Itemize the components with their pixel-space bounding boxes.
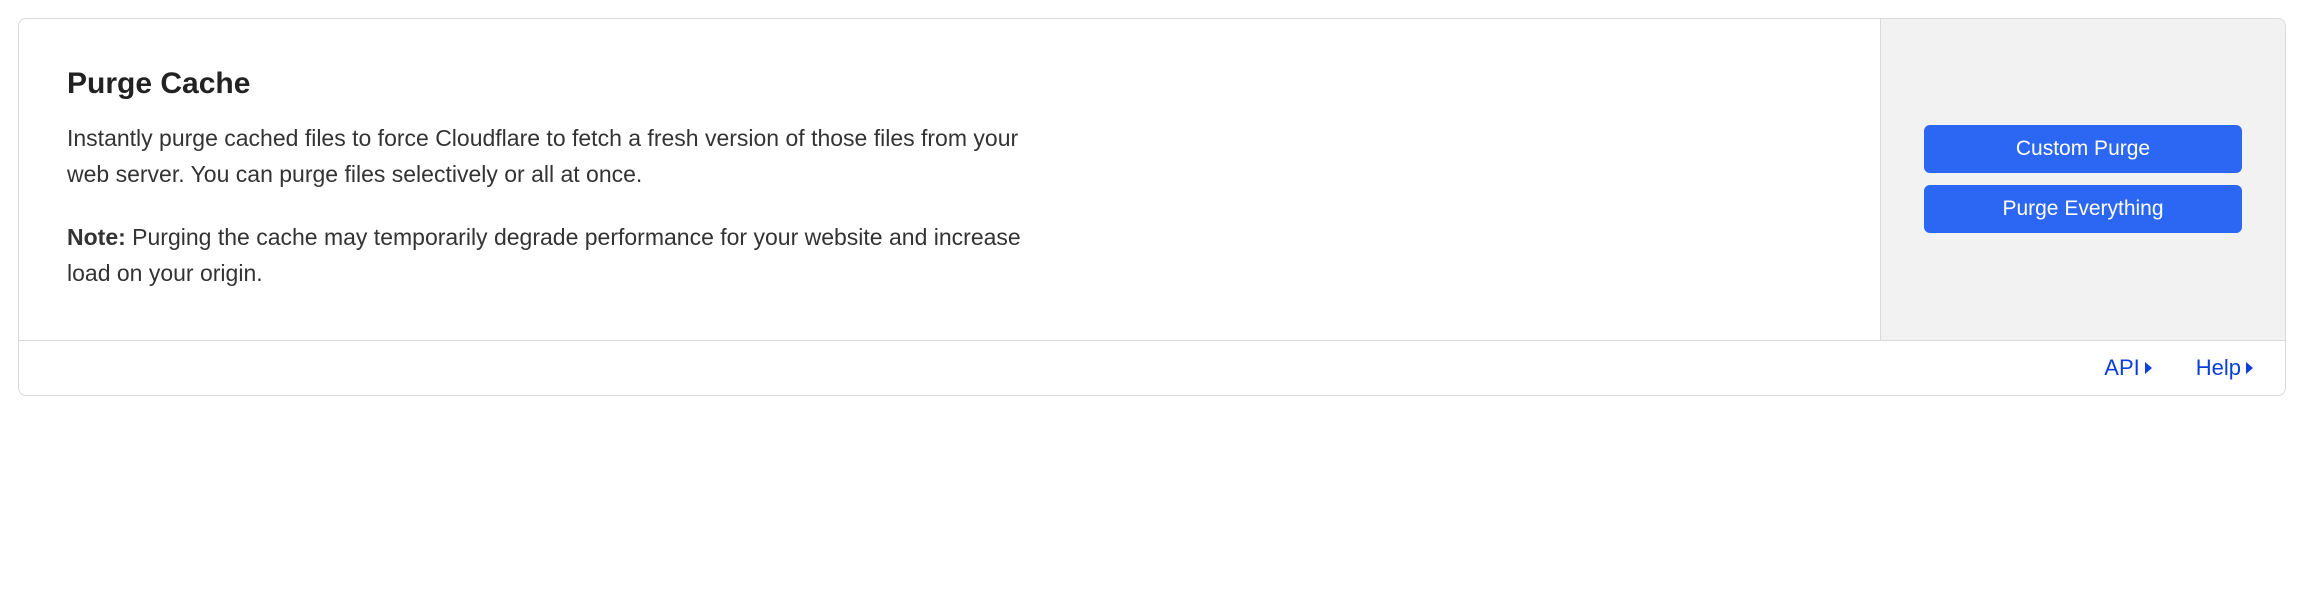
note-text: Purging the cache may temporarily degrad… — [67, 224, 1021, 286]
chevron-right-icon — [2144, 361, 2154, 375]
chevron-right-icon — [2245, 361, 2255, 375]
api-link-label: API — [2104, 355, 2139, 381]
help-link[interactable]: Help — [2196, 355, 2255, 381]
help-link-label: Help — [2196, 355, 2241, 381]
card-footer: API Help — [19, 340, 2285, 395]
card-description: Instantly purge cached files to force Cl… — [67, 121, 1027, 192]
purge-everything-button[interactable]: Purge Everything — [1924, 185, 2242, 233]
card-content: Purge Cache Instantly purge cached files… — [19, 19, 1880, 340]
custom-purge-button[interactable]: Custom Purge — [1924, 125, 2242, 173]
card-title: Purge Cache — [67, 67, 1832, 101]
purge-cache-card: Purge Cache Instantly purge cached files… — [18, 18, 2286, 396]
card-actions-panel: Custom Purge Purge Everything — [1880, 19, 2285, 340]
card-main-row: Purge Cache Instantly purge cached files… — [19, 19, 2285, 340]
note-label: Note: — [67, 224, 126, 250]
card-note: Note: Purging the cache may temporarily … — [67, 220, 1027, 291]
api-link[interactable]: API — [2104, 355, 2153, 381]
